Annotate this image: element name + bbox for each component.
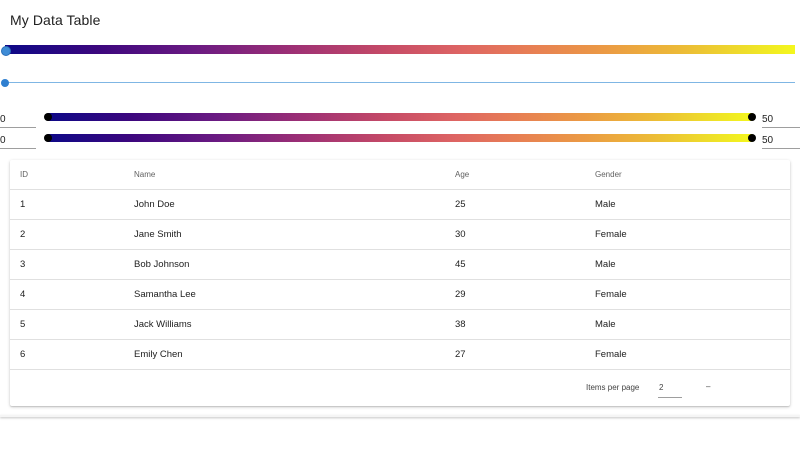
range-b-max-thumb[interactable]	[748, 134, 756, 142]
range-a-max-value: 50	[762, 114, 774, 125]
range-a-min-input[interactable]: 0	[0, 110, 36, 128]
range-b-max-value: 50	[762, 135, 774, 146]
gradient-slider-thumb[interactable]	[1, 46, 11, 56]
range-a-track[interactable]	[47, 113, 753, 121]
table-row[interactable]: 1 John Doe 25 Male	[10, 189, 790, 220]
cell-age: 29	[445, 279, 585, 310]
cell-name: Bob Johnson	[124, 249, 445, 280]
page-size-select[interactable]: 2	[658, 379, 682, 398]
cell-id: 4	[10, 279, 124, 310]
data-table: ID Name Age Gender 1 John Doe 25 Male 2 …	[10, 160, 790, 370]
column-header-id[interactable]: ID	[10, 160, 124, 190]
page-range-label: –	[706, 382, 711, 391]
cell-gender: Female	[585, 279, 790, 310]
data-table-card: ID Name Age Gender 1 John Doe 25 Male 2 …	[10, 160, 790, 406]
cell-id: 5	[10, 309, 124, 340]
column-header-name[interactable]: Name	[124, 160, 445, 190]
items-per-page-label: Items per page	[586, 383, 640, 392]
cell-age: 25	[445, 189, 585, 220]
range-b-max-input[interactable]: 50	[762, 131, 800, 149]
cell-name: Jack Williams	[124, 309, 445, 340]
cell-age: 27	[445, 339, 585, 370]
range-b-min-input[interactable]: 0	[0, 131, 36, 149]
column-header-age[interactable]: Age	[445, 160, 585, 190]
cell-gender: Male	[585, 309, 790, 340]
cell-name: Samantha Lee	[124, 279, 445, 310]
cell-id: 6	[10, 339, 124, 370]
cell-name: Emily Chen	[124, 339, 445, 370]
range-b-min-value: 0	[0, 135, 6, 146]
page-title: My Data Table	[10, 12, 101, 28]
cell-name: Jane Smith	[124, 219, 445, 250]
gradient-slider-track[interactable]	[5, 45, 795, 54]
range-b-min-thumb[interactable]	[44, 134, 52, 142]
cell-gender: Female	[585, 219, 790, 250]
table-row[interactable]: 4 Samantha Lee 29 Female	[10, 279, 790, 310]
cell-age: 30	[445, 219, 585, 250]
range-a-min-value: 0	[0, 114, 6, 125]
table-row[interactable]: 6 Emily Chen 27 Female	[10, 339, 790, 370]
range-a-min-thumb[interactable]	[44, 113, 52, 121]
plain-slider-thumb[interactable]	[1, 79, 9, 87]
column-header-gender[interactable]: Gender	[585, 160, 790, 190]
cell-name: John Doe	[124, 189, 445, 220]
cell-age: 45	[445, 249, 585, 280]
table-header-row: ID Name Age Gender	[10, 160, 790, 190]
cell-gender: Male	[585, 189, 790, 220]
table-row[interactable]: 2 Jane Smith 30 Female	[10, 219, 790, 250]
range-a-max-thumb[interactable]	[748, 113, 756, 121]
cell-id: 2	[10, 219, 124, 250]
paginator: Items per page 2 –	[10, 370, 790, 406]
cell-id: 1	[10, 189, 124, 220]
range-b-track[interactable]	[47, 134, 753, 142]
bottom-divider	[0, 415, 800, 417]
plain-slider-track[interactable]	[5, 82, 795, 83]
cell-id: 3	[10, 249, 124, 280]
cell-gender: Male	[585, 249, 790, 280]
page-size-value: 2	[659, 383, 664, 392]
range-a-max-input[interactable]: 50	[762, 110, 800, 128]
table-row[interactable]: 3 Bob Johnson 45 Male	[10, 249, 790, 280]
cell-age: 38	[445, 309, 585, 340]
cell-gender: Female	[585, 339, 790, 370]
page: My Data Table 0 50 0 50 ID Name Age Gend…	[0, 0, 800, 450]
table-row[interactable]: 5 Jack Williams 38 Male	[10, 309, 790, 340]
